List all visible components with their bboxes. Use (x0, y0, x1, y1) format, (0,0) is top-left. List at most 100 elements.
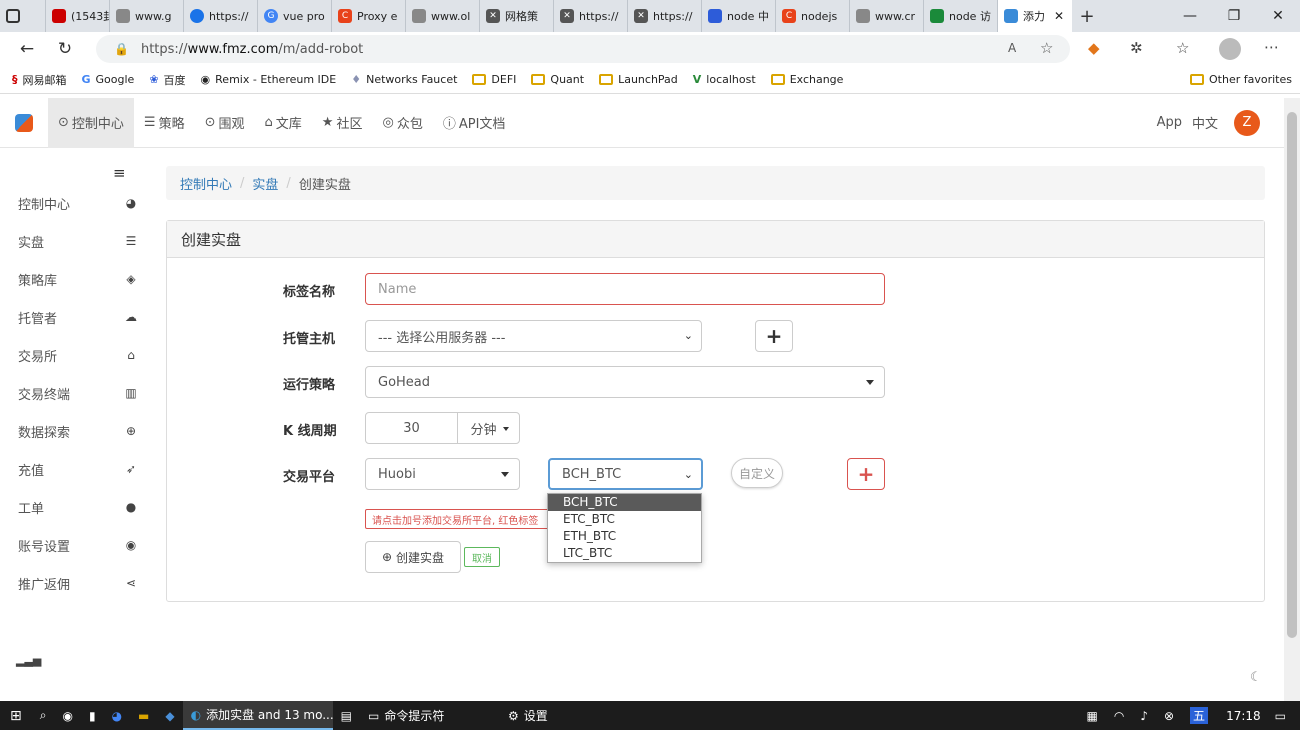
taskbar-app[interactable]: ▤ (333, 701, 360, 730)
browser-tab-12[interactable]: www.cr (850, 0, 924, 32)
favorites-icon[interactable]: ☆ (1176, 39, 1189, 57)
sidebar-item-data-explore[interactable]: 数据探索 ⊕ (18, 417, 138, 445)
more-menu-icon[interactable]: ⋯ (1264, 38, 1279, 56)
taskbar-cmd-window[interactable]: ▭ 命令提示符 (360, 701, 500, 730)
nav-watch[interactable]: ⊙ 围观 (195, 98, 255, 148)
browser-tab-6[interactable]: www.ol (406, 0, 480, 32)
kline-unit-dropdown[interactable]: 分钟 (457, 412, 520, 444)
sidebar-item-host[interactable]: 托管者 ☁ (18, 303, 138, 331)
url-field[interactable]: 🔒 https://www.fmz.com/m/add-robot (96, 35, 1070, 63)
add-exchange-button[interactable]: + (847, 458, 885, 490)
nav-app-link[interactable]: App (1147, 98, 1192, 148)
browser-tab-5[interactable]: C Proxy e (332, 0, 406, 32)
favorite-star-icon[interactable]: ☆ (1040, 39, 1053, 57)
restore-button[interactable]: ❐ (1212, 0, 1256, 32)
nav-language[interactable]: 中文 (1192, 98, 1228, 148)
favorite-item[interactable]: Vlocalhost (693, 73, 756, 86)
cancel-button[interactable]: 取消 (464, 547, 500, 567)
sidebar-item-account-settings[interactable]: 账号设置 ◉ (18, 531, 138, 559)
extensions-icon[interactable]: ✲ (1130, 39, 1143, 57)
search-button[interactable]: ⌕ (32, 701, 55, 730)
breadcrumb-section-link[interactable]: 实盘 (252, 174, 278, 193)
browser-tab-11[interactable]: Cnodejs (776, 0, 850, 32)
sidebar-item-strategy-library[interactable]: 策略库 ◈ (18, 265, 138, 293)
browser-tab-4[interactable]: Gvue pro (258, 0, 332, 32)
favorite-folder[interactable]: Quant (531, 73, 584, 86)
refresh-button[interactable]: ↻ (46, 32, 84, 66)
read-aloud-icon[interactable]: A (1008, 41, 1016, 55)
name-input[interactable]: Name (365, 273, 885, 305)
minimize-button[interactable]: — (1168, 0, 1212, 32)
new-tab-button[interactable]: + (1072, 6, 1102, 27)
site-logo[interactable] (0, 98, 48, 148)
exchange-select[interactable]: Huobi (365, 458, 520, 490)
dropdown-option[interactable]: ETH_BTC (548, 528, 701, 545)
clock[interactable]: 17:18 (1216, 701, 1271, 730)
browser-tab-3[interactable]: https:// (184, 0, 258, 32)
pair-select[interactable]: BCH_BTC ⌄ (548, 458, 703, 490)
favorite-folder[interactable]: DEFI (472, 73, 516, 86)
taskbar-app[interactable]: ◉ (54, 701, 80, 730)
favorite-item[interactable]: G Google (82, 73, 135, 86)
nav-library[interactable]: ⌂ 文库 (255, 98, 312, 148)
host-select[interactable]: --- 选择公用服务器 --- ⌄ (365, 320, 702, 352)
metamask-extension-icon[interactable]: ◆ (1088, 39, 1100, 57)
taskbar-app[interactable]: ◕ (104, 701, 130, 730)
sidebar-toggle-icon[interactable]: ≡ (113, 164, 126, 182)
ime-indicator[interactable]: 五 (1182, 701, 1216, 730)
sidebar-item-tickets[interactable]: 工单 ● (18, 493, 138, 521)
nav-strategy[interactable]: ☰ 策略 (134, 98, 195, 148)
taskbar-edge-window[interactable]: ◐ 添加实盘 and 13 mo... (182, 701, 334, 730)
browser-tab-1[interactable]: (1543封 (46, 0, 110, 32)
favorite-item[interactable]: ❀ 百度 (149, 72, 185, 88)
tray-icon[interactable]: ▦ (1078, 701, 1105, 730)
sidebar-item-exchange[interactable]: 交易所 ⌂ (18, 341, 138, 369)
dropdown-option[interactable]: ETC_BTC (548, 511, 701, 528)
taskbar-app[interactable]: ▮ (81, 701, 104, 730)
favorite-folder[interactable]: Exchange (770, 73, 843, 86)
workspaces-button[interactable] (0, 0, 46, 32)
browser-tab-9[interactable]: ✕ https:// (628, 0, 702, 32)
dropdown-option[interactable]: LTC_BTC (548, 545, 701, 562)
notifications-button[interactable]: ▭ (1271, 701, 1300, 730)
profile-avatar[interactable] (1219, 38, 1241, 60)
nav-crowdsourcing[interactable]: ◎ 众包 (372, 98, 432, 148)
kline-period-input[interactable]: 30 (365, 412, 458, 444)
add-host-button[interactable]: + (755, 320, 793, 352)
page-scrollbar[interactable] (1284, 98, 1300, 701)
taskbar-app[interactable]: ◆ (157, 701, 182, 730)
tray-icon[interactable]: ⊗ (1156, 701, 1182, 730)
browser-tab-2[interactable]: www.g (110, 0, 184, 32)
start-button[interactable]: ⊞ (0, 701, 32, 730)
back-button[interactable]: ← (8, 32, 46, 66)
browser-tab-active[interactable]: 添力 ✕ (998, 0, 1072, 32)
browser-tab-7[interactable]: ✕ 网格策 (480, 0, 554, 32)
taskbar-app[interactable]: ▬ (130, 701, 157, 730)
strategy-select[interactable]: GoHead (365, 366, 885, 398)
favorite-folder[interactable]: LaunchPad (599, 73, 678, 86)
dropdown-option-selected[interactable]: BCH_BTC (548, 494, 701, 511)
breadcrumb-home-link[interactable]: 控制中心 (180, 174, 232, 193)
tray-icon[interactable]: ◠ (1106, 701, 1132, 730)
browser-tab-13[interactable]: node 访 (924, 0, 998, 32)
favorite-item[interactable]: ♦ Networks Faucet (351, 73, 457, 86)
close-window-button[interactable]: ✕ (1256, 0, 1300, 32)
browser-tab-10[interactable]: node 中 (702, 0, 776, 32)
sidebar-item-recharge[interactable]: 充值 ➶ (18, 455, 138, 483)
nav-control-center[interactable]: ⊙ 控制中心 (48, 97, 134, 148)
favorite-item[interactable]: ◉ Remix - Ethereum IDE (201, 73, 337, 86)
dark-mode-icon[interactable]: ☾ (1250, 670, 1262, 685)
nav-api-docs[interactable]: ⓘ API文档 (433, 98, 516, 148)
close-tab-icon[interactable]: ✕ (1054, 9, 1064, 23)
favorite-item[interactable]: § 网易邮箱 (12, 72, 67, 88)
taskbar-settings-window[interactable]: ⚙ 设置 (500, 701, 620, 730)
browser-tab-8[interactable]: ✕ https:// (554, 0, 628, 32)
nav-community[interactable]: ★ 社区 (312, 98, 373, 148)
create-robot-button[interactable]: ⊕ 创建实盘 (365, 541, 461, 573)
other-favorites-folder[interactable]: Other favorites (1190, 73, 1292, 86)
sidebar-item-referral[interactable]: 推广返佣 ⋖ (18, 569, 138, 597)
scrollbar-thumb[interactable] (1287, 112, 1297, 638)
tray-icon[interactable]: ♪ (1132, 701, 1156, 730)
sidebar-item-live[interactable]: 实盘 ☰ (18, 227, 138, 255)
sidebar-item-control-center[interactable]: 控制中心 ◕ (18, 189, 138, 217)
